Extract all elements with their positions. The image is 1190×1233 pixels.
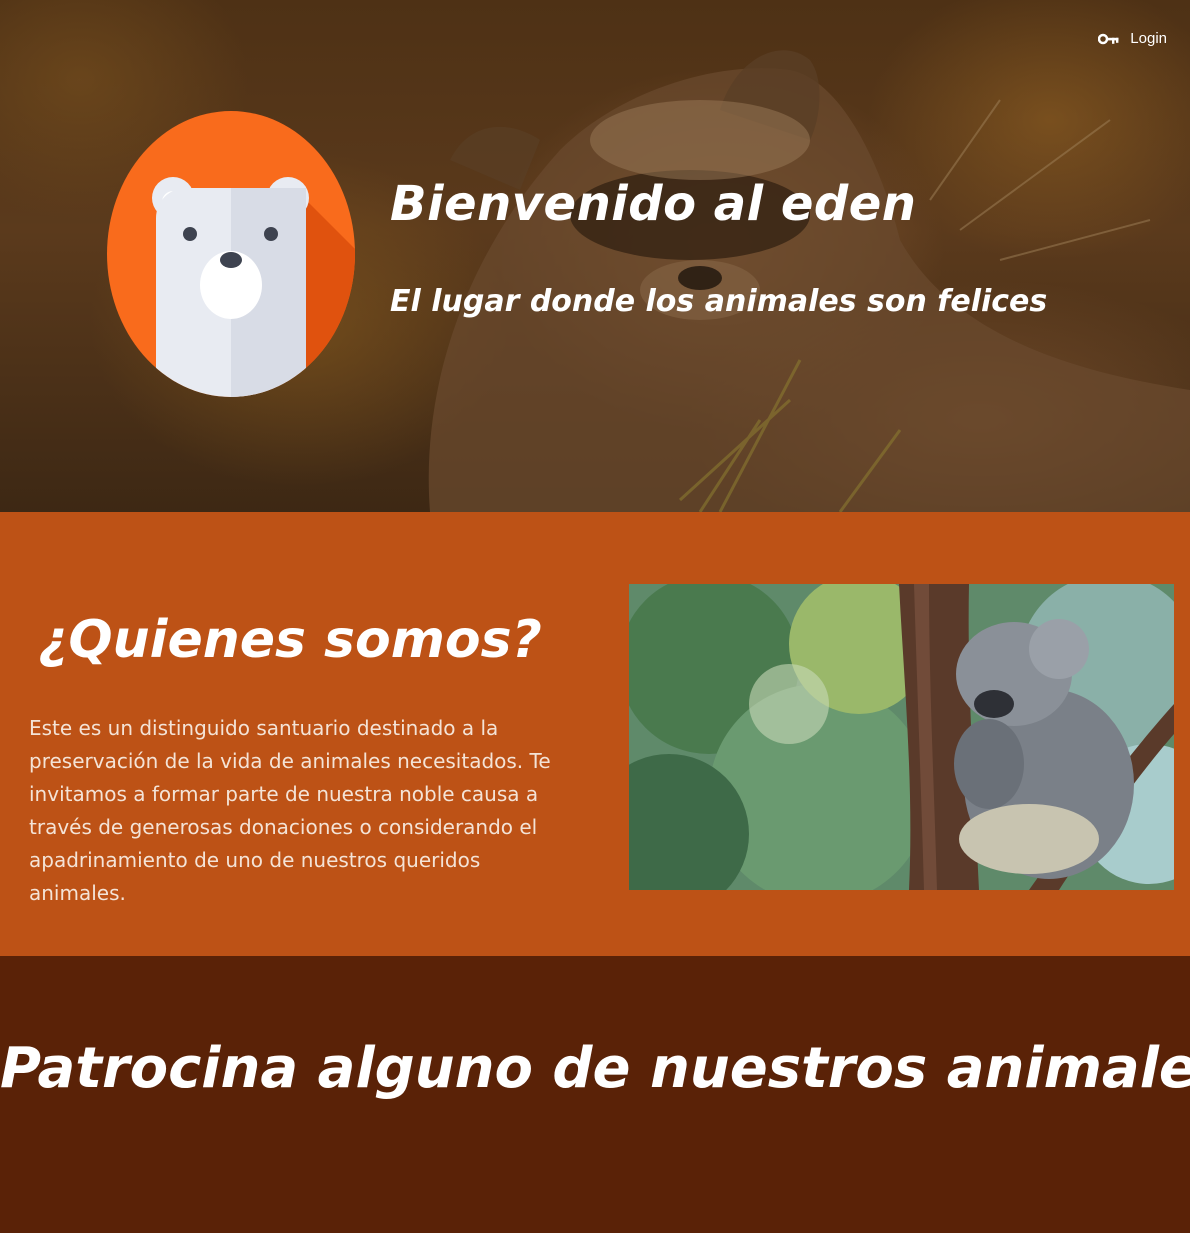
login-button[interactable]: Login [1098,30,1167,47]
about-title: ¿Quienes somos? [38,610,542,670]
bear-logo-icon[interactable] [106,110,356,403]
hero-section: Login Bienvenido al eden El lugar donde … [0,0,1190,512]
login-label: Login [1130,30,1167,47]
sponsor-title: Patrocina alguno de nuestros animales [0,1036,1190,1101]
sponsor-section: Patrocina alguno de nuestros animales [0,956,1190,1233]
about-text: Este es un distinguido santuario destina… [29,716,551,905]
hero-subtitle: El lugar donde los animales son felices [390,284,1048,319]
koala-image [629,584,1174,890]
key-icon [1098,32,1120,46]
about-section: ¿Quienes somos? Este es un distinguido s… [0,512,1190,956]
hero-title: Bienvenido al eden [390,176,917,232]
